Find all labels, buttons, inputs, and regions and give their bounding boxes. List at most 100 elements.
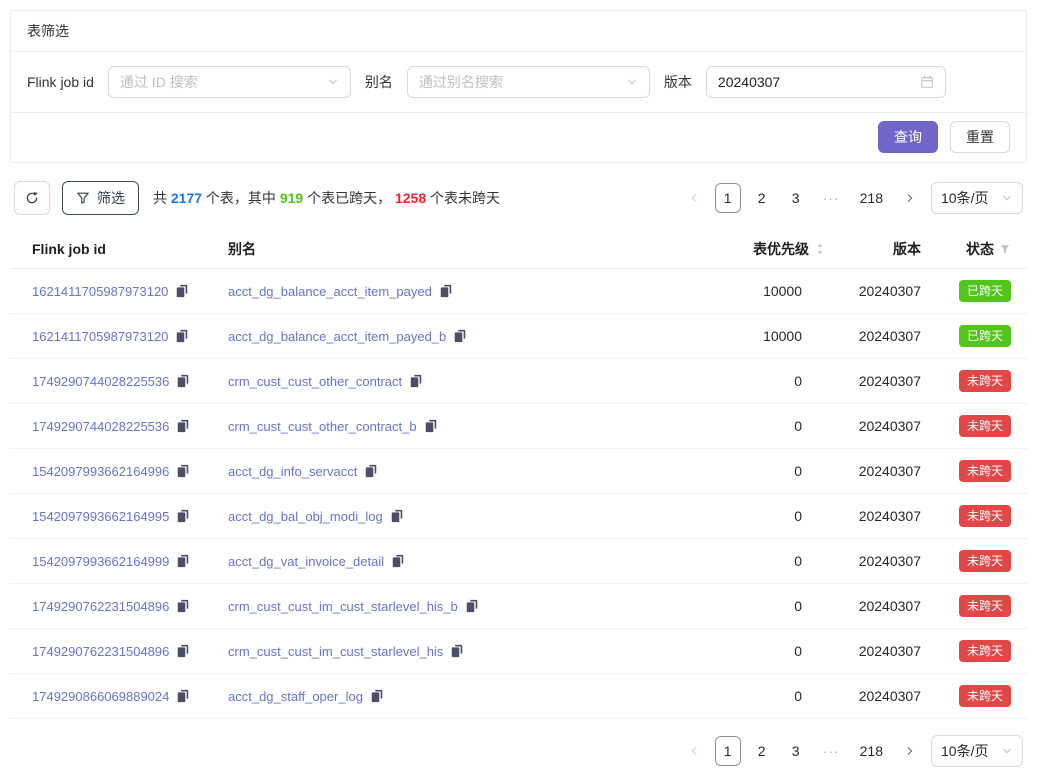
copy-icon[interactable]: [453, 329, 467, 343]
chevron-right-icon: [904, 745, 916, 757]
funnel-icon: [76, 191, 90, 205]
priority-cell: 0: [686, 418, 826, 434]
copy-icon[interactable]: [439, 284, 453, 298]
reset-button[interactable]: 重置: [950, 121, 1010, 153]
copy-icon[interactable]: [175, 284, 189, 298]
alias-link[interactable]: acct_dg_bal_obj_modi_log: [228, 509, 383, 524]
toolbar: 筛选 共 2177 个表，其中 919 个表已跨天， 1258 个表未跨天 1 …: [14, 181, 1023, 215]
header-status-label: 状态: [966, 239, 994, 259]
query-button[interactable]: 查询: [878, 121, 938, 153]
job-id-link[interactable]: 1749290744028225536: [32, 374, 169, 389]
version-cell: 20240307: [826, 598, 921, 614]
page-size-value: 10条/页: [941, 741, 988, 761]
table-header-row: Flink job id 别名 表优先级 版本 状态: [10, 229, 1027, 269]
copy-icon[interactable]: [450, 644, 464, 658]
page-number-3[interactable]: 3: [783, 736, 809, 766]
chevron-right-icon: [904, 192, 916, 204]
job-id-link[interactable]: 1621411705987973120: [32, 284, 168, 299]
status-badge: 未跨天: [959, 550, 1011, 572]
copy-icon[interactable]: [424, 419, 438, 433]
alias-link[interactable]: crm_cust_cust_other_contract_b: [228, 419, 417, 434]
page-number-last[interactable]: 218: [854, 736, 889, 766]
status-filter-icon[interactable]: [999, 243, 1011, 255]
status-badge: 未跨天: [959, 640, 1011, 662]
copy-icon[interactable]: [176, 464, 190, 478]
copy-icon[interactable]: [370, 689, 384, 703]
copy-icon[interactable]: [176, 554, 190, 568]
bottom-pagination-wrap: 1 2 3 ··· 218 10条/页: [14, 735, 1023, 767]
next-page-button[interactable]: [897, 183, 923, 213]
filter-toggle-label: 筛选: [97, 188, 125, 208]
alias-link[interactable]: acct_dg_balance_acct_item_payed: [228, 284, 432, 299]
page-number-1[interactable]: 1: [715, 736, 741, 766]
job-id-link[interactable]: 1749290762231504896: [32, 599, 169, 614]
copy-icon[interactable]: [176, 419, 190, 433]
copy-icon[interactable]: [391, 554, 405, 568]
job-id-link[interactable]: 1749290744028225536: [32, 419, 169, 434]
page-number-1[interactable]: 1: [715, 183, 741, 213]
alias-link[interactable]: crm_cust_cust_other_contract: [228, 374, 402, 389]
next-page-button[interactable]: [897, 736, 923, 766]
alias-link[interactable]: acct_dg_info_servacct: [228, 464, 357, 479]
priority-cell: 0: [686, 463, 826, 479]
priority-cell: 10000: [686, 328, 826, 344]
summary-part: 个表未跨天: [426, 190, 500, 206]
job-id-link[interactable]: 1621411705987973120: [32, 329, 168, 344]
summary-text: 共 2177 个表，其中 919 个表已跨天， 1258 个表未跨天: [153, 188, 500, 208]
copy-icon[interactable]: [176, 599, 190, 613]
refresh-button[interactable]: [14, 181, 50, 215]
alias-link[interactable]: crm_cust_cust_im_cust_starlevel_his: [228, 644, 443, 659]
copy-icon[interactable]: [176, 374, 190, 388]
page-number-last[interactable]: 218: [854, 183, 889, 213]
priority-cell: 0: [686, 508, 826, 524]
summary-part: 共: [153, 190, 171, 206]
version-date-picker[interactable]: 20240307: [706, 66, 946, 98]
priority-cell: 0: [686, 373, 826, 389]
copy-icon[interactable]: [176, 689, 190, 703]
pagination-top: 1 2 3 ··· 218 10条/页: [681, 182, 1023, 214]
status-badge: 未跨天: [959, 505, 1011, 527]
job-id-link[interactable]: 1542097993662164996: [32, 464, 169, 479]
copy-icon[interactable]: [175, 329, 189, 343]
page-size-select[interactable]: 10条/页: [931, 735, 1023, 767]
summary-total-count: 2177: [171, 190, 202, 206]
sort-icon[interactable]: [814, 243, 826, 255]
page-size-select[interactable]: 10条/页: [931, 182, 1023, 214]
status-badge: 未跨天: [959, 415, 1011, 437]
job-id-link[interactable]: 1749290866069889024: [32, 689, 169, 704]
job-id-link[interactable]: 1542097993662164999: [32, 554, 169, 569]
copy-icon[interactable]: [176, 509, 190, 523]
copy-icon[interactable]: [409, 374, 423, 388]
page-number-2[interactable]: 2: [749, 736, 775, 766]
chevron-down-icon: [1001, 192, 1013, 204]
status-badge: 未跨天: [959, 370, 1011, 392]
copy-icon[interactable]: [176, 644, 190, 658]
priority-cell: 10000: [686, 283, 826, 299]
chevron-down-icon: [1001, 745, 1013, 757]
priority-cell: 0: [686, 598, 826, 614]
job-id-select[interactable]: 通过 ID 搜索: [108, 66, 351, 98]
priority-cell: 0: [686, 553, 826, 569]
alias-link[interactable]: crm_cust_cust_im_cust_starlevel_his_b: [228, 599, 458, 614]
page-number-3[interactable]: 3: [783, 183, 809, 213]
page-ellipsis[interactable]: ···: [817, 183, 846, 213]
status-badge: 已跨天: [959, 280, 1011, 302]
alias-select[interactable]: 通过别名搜索: [407, 66, 650, 98]
alias-link[interactable]: acct_dg_balance_acct_item_payed_b: [228, 329, 446, 344]
copy-icon[interactable]: [390, 509, 404, 523]
copy-icon[interactable]: [364, 464, 378, 478]
job-id-link[interactable]: 1749290762231504896: [32, 644, 169, 659]
alias-link[interactable]: acct_dg_staff_oper_log: [228, 689, 363, 704]
filter-toggle-button[interactable]: 筛选: [62, 181, 139, 215]
page-ellipsis[interactable]: ···: [817, 736, 846, 766]
status-badge: 未跨天: [959, 685, 1011, 707]
version-cell: 20240307: [826, 508, 921, 524]
alias-label: 别名: [365, 72, 393, 92]
copy-icon[interactable]: [465, 599, 479, 613]
table-row: 1749290762231504896 crm_cust_cust_im_cus…: [10, 629, 1027, 674]
page-number-2[interactable]: 2: [749, 183, 775, 213]
job-id-link[interactable]: 1542097993662164995: [32, 509, 169, 524]
alias-link[interactable]: acct_dg_vat_invoice_detail: [228, 554, 384, 569]
version-cell: 20240307: [826, 688, 921, 704]
summary-uncrossed-count: 1258: [395, 190, 426, 206]
